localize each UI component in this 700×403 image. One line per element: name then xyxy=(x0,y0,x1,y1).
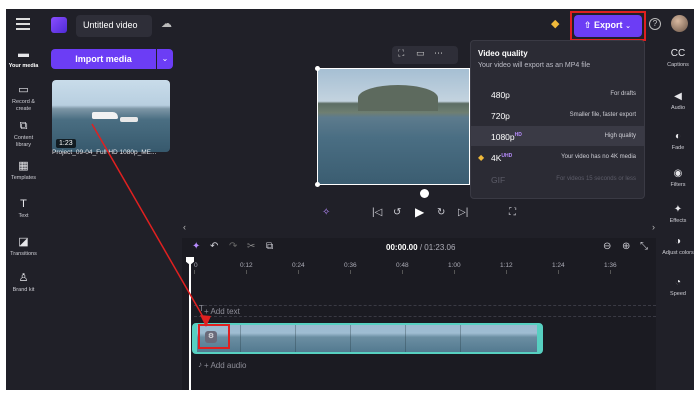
annotation-arrow xyxy=(91,123,211,327)
arrow-line xyxy=(91,123,207,323)
arrow-head xyxy=(200,315,211,327)
